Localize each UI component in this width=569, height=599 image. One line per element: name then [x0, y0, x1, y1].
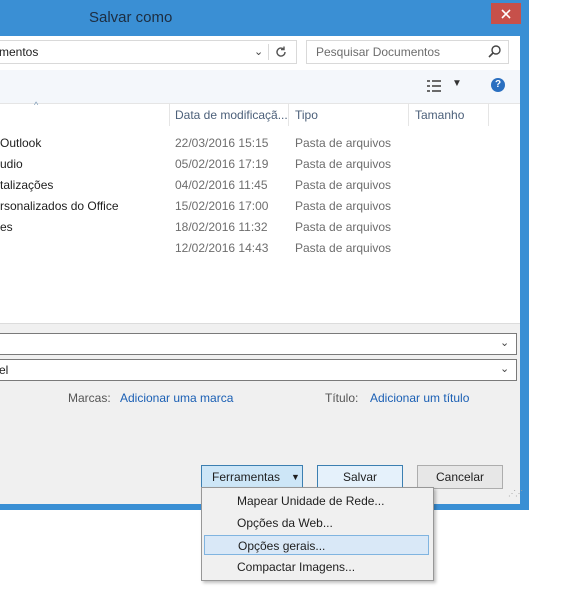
file-date: 04/02/2016 11:45 [175, 178, 268, 192]
file-name: talizações [0, 178, 54, 192]
file-date: 12/02/2016 14:43 [175, 241, 269, 255]
menu-item-label: Compactar Imagens... [237, 560, 356, 574]
chevron-down-icon[interactable]: ⌄ [500, 336, 509, 349]
menu-item-label: Opções da Web... [237, 516, 333, 530]
tools-button-label: Ferramentas [212, 470, 281, 484]
file-type: Pasta de arquivos [295, 157, 392, 171]
file-name: es [0, 220, 13, 234]
file-type: Pasta de arquivos [295, 178, 392, 192]
tags-label: Marcas: [68, 391, 111, 405]
file-row[interactable]: udio 05/02/2016 17:19 Pasta de arquivos [0, 154, 520, 175]
search-icon[interactable] [487, 44, 502, 59]
column-header-type[interactable]: Tipo [295, 108, 318, 122]
close-icon [501, 8, 511, 19]
address-path: mentos [0, 45, 39, 59]
add-tag-link[interactable]: Adicionar uma marca [120, 391, 233, 405]
sort-caret-icon: ^ [34, 100, 39, 110]
menu-item-web-options[interactable]: Opções da Web... [204, 513, 429, 533]
menu-item-compress-pictures[interactable]: Compactar Imagens... [204, 557, 429, 577]
file-row[interactable]: 12/02/2016 14:43 Pasta de arquivos [0, 238, 520, 259]
column-divider[interactable] [408, 104, 409, 126]
dialog-body: mentos ⌄ Pesquisar Documentos ▼ ? ^ Data… [0, 36, 523, 504]
refresh-icon[interactable] [273, 44, 289, 60]
file-type: Pasta de arquivos [295, 241, 392, 255]
cancel-button[interactable]: Cancelar [417, 465, 503, 489]
file-list: ^ Data de modificaçã... Tipo Tamanho Out… [0, 100, 520, 323]
tools-menu: Mapear Unidade de Rede... Opções da Web.… [201, 487, 434, 581]
add-title-link[interactable]: Adicionar um título [370, 391, 469, 405]
menu-item-label: Opções gerais... [238, 539, 326, 553]
view-options-chevron-icon[interactable]: ▼ [452, 78, 462, 89]
title-bar[interactable]: Salvar como [0, 0, 529, 36]
file-row[interactable]: rsonalizados do Office 15/02/2016 17:00 … [0, 196, 520, 217]
file-row[interactable]: Outlook 22/03/2016 15:15 Pasta de arquiv… [0, 133, 520, 154]
address-bar-row: mentos ⌄ Pesquisar Documentos [0, 36, 520, 70]
address-bar[interactable]: mentos ⌄ [0, 40, 297, 64]
chevron-down-icon[interactable]: ⌄ [500, 362, 509, 375]
window-title: Salvar como [89, 9, 173, 26]
file-type: Pasta de arquivos [295, 136, 392, 150]
file-row[interactable]: es 18/02/2016 11:32 Pasta de arquivos [0, 217, 520, 238]
search-box[interactable]: Pesquisar Documentos [306, 40, 509, 64]
file-type: Pasta de arquivos [295, 220, 392, 234]
save-options-panel: ⌄ el ⌄ Marcas: Adicionar uma marca Títul… [0, 323, 520, 504]
save-button[interactable]: Salvar [317, 465, 403, 489]
menu-item-general-options[interactable]: Opções gerais... [204, 535, 429, 555]
column-header-date[interactable]: Data de modificaçã... [175, 108, 288, 122]
title-label: Título: [325, 391, 359, 405]
file-date: 15/02/2016 17:00 [175, 199, 269, 213]
search-input[interactable]: Pesquisar Documentos [316, 45, 440, 59]
menu-item-label: Mapear Unidade de Rede... [237, 494, 385, 508]
chevron-down-icon[interactable]: ⌄ [254, 45, 263, 58]
view-list-icon[interactable] [427, 79, 441, 93]
chevron-down-icon: ▼ [291, 472, 300, 482]
help-icon[interactable]: ? [491, 78, 505, 92]
file-row[interactable]: talizações 04/02/2016 11:45 Pasta de arq… [0, 175, 520, 196]
tools-button[interactable]: Ferramentas ▼ [201, 465, 303, 489]
file-date: 05/02/2016 17:19 [175, 157, 269, 171]
column-header-size[interactable]: Tamanho [415, 108, 464, 122]
file-date: 22/03/2016 15:15 [175, 136, 269, 150]
address-divider [268, 44, 269, 60]
file-type: Pasta de arquivos [295, 199, 392, 213]
column-divider[interactable] [488, 104, 489, 126]
column-divider[interactable] [169, 104, 170, 126]
file-date: 18/02/2016 11:32 [175, 220, 268, 234]
file-name: udio [0, 157, 23, 171]
file-name: Outlook [0, 136, 42, 150]
command-bar: ▼ ? [0, 70, 520, 104]
column-divider[interactable] [288, 104, 289, 126]
filename-field[interactable]: ⌄ [0, 333, 517, 355]
menu-item-map-network-drive[interactable]: Mapear Unidade de Rede... [204, 491, 429, 511]
save-as-window: Salvar como mentos ⌄ Pesquisar Documento… [0, 0, 529, 510]
filetype-value: el [0, 363, 9, 377]
close-button[interactable] [491, 3, 521, 24]
filetype-select[interactable]: el ⌄ [0, 359, 517, 381]
file-name: rsonalizados do Office [0, 199, 119, 213]
resize-grip-icon[interactable]: ⋰⋰ [508, 489, 523, 498]
